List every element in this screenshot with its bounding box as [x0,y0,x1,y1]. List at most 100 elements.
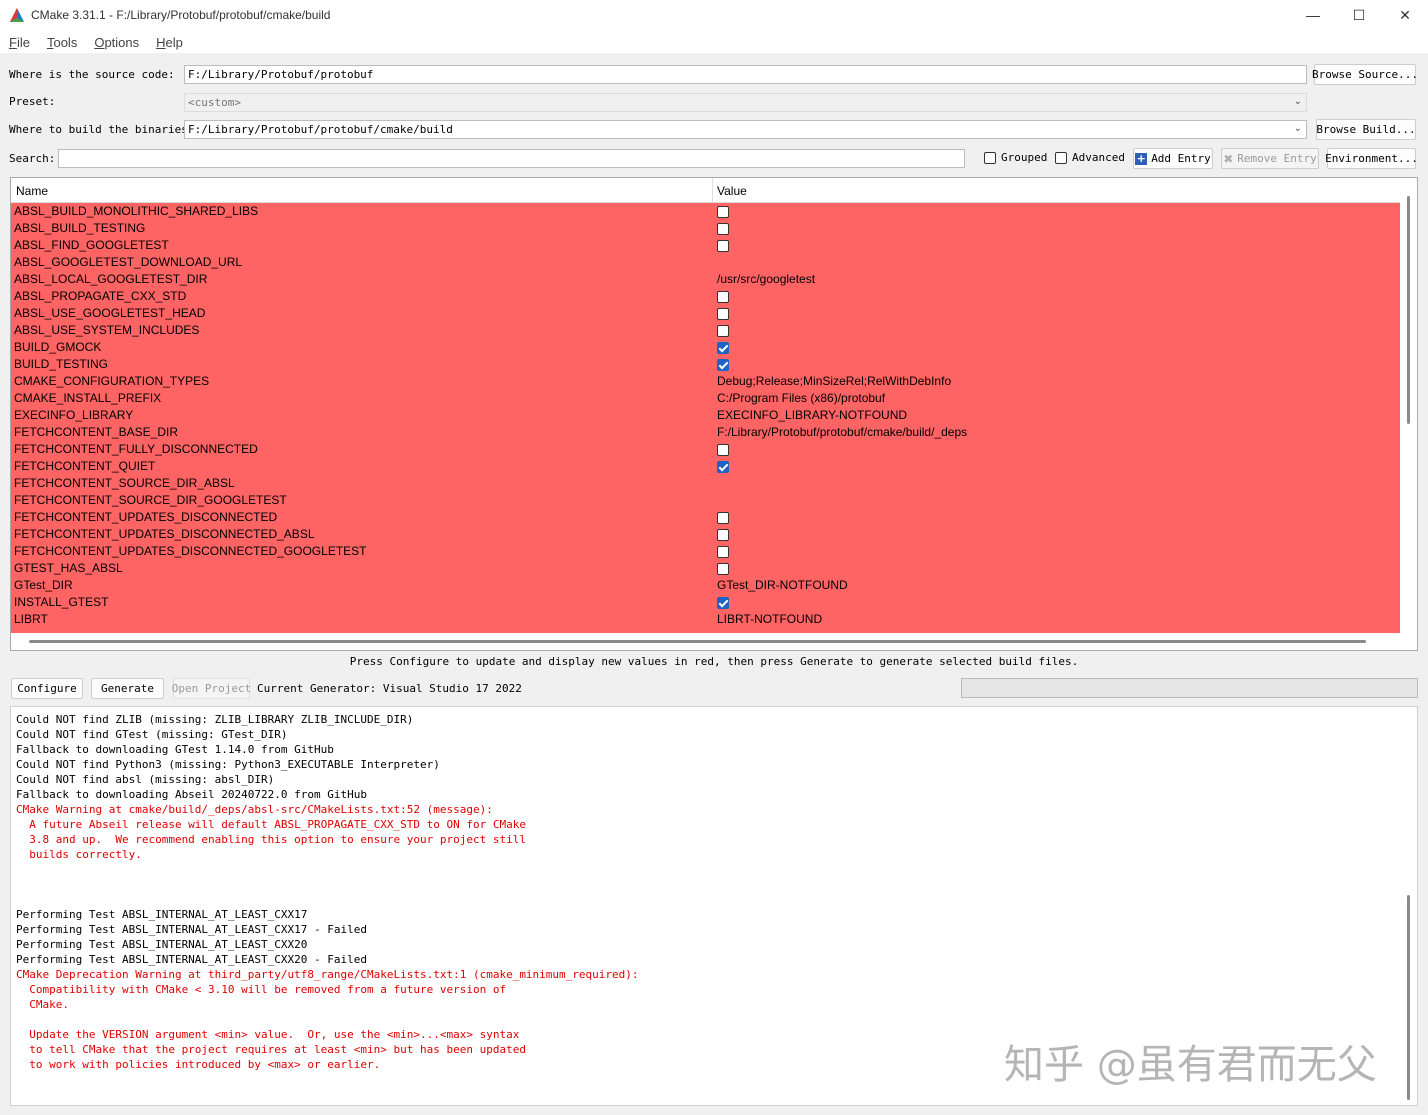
menu-tools[interactable]: Tools [38,35,85,50]
scrollbar-thumb[interactable] [1407,895,1410,1100]
entry-checkbox[interactable] [717,307,729,320]
remove-entry-button[interactable]: ✖ Remove Entry [1221,148,1319,169]
menu-options[interactable]: Options [85,35,147,50]
entry-value[interactable] [714,492,1400,509]
table-row[interactable]: ABSL_LOCAL_GOOGLETEST_DIR/usr/src/google… [11,271,1400,288]
entry-value[interactable] [714,322,1400,339]
entry-value[interactable]: LIBRT-NOTFOUND [714,611,1400,628]
preset-combo[interactable]: <custom> ⌄ [184,93,1307,112]
entry-value[interactable]: EXECINFO_LIBRARY-NOTFOUND [714,407,1400,424]
add-entry-button[interactable]: + Add Entry [1133,148,1213,169]
scrollbar-thumb[interactable] [1407,196,1410,424]
table-row[interactable]: FETCHCONTENT_UPDATES_DISCONNECTED_ABSL [11,526,1400,543]
table-row[interactable]: FETCHCONTENT_BASE_DIR F:/Library/Protobuf… [11,424,1400,441]
entry-value-text: EXECINFO_LIBRARY-NOTFOUND [717,408,908,422]
entry-checkbox[interactable] [717,528,729,541]
table-row[interactable]: FETCHCONTENT_QUIET [11,458,1400,475]
configure-button[interactable]: Configure [11,678,83,699]
entry-value[interactable]: GTest_DIR-NOTFOUND [714,577,1400,594]
table-row[interactable]: GTEST_HAS_ABSL [11,560,1400,577]
table-row[interactable]: ABSL_USE_GOOGLETEST_HEAD [11,305,1400,322]
binaries-combo[interactable]: F:/Library/Protobuf/protobuf/cmake/build… [184,120,1307,139]
table-row[interactable]: BUILD_TESTING [11,356,1400,373]
table-row[interactable]: FETCHCONTENT_FULLY_DISCONNECTED [11,441,1400,458]
generate-button[interactable]: Generate [91,678,164,699]
entry-checkbox[interactable] [717,545,729,558]
table-row[interactable]: ABSL_GOOGLETEST_DOWNLOAD_URL [11,254,1400,271]
table-row[interactable]: CMAKE_CONFIGURATION_TYPES Debug;Release;M… [11,373,1400,390]
entry-checkbox[interactable] [717,511,729,524]
entry-value[interactable] [714,441,1400,458]
entry-value[interactable] [714,458,1400,475]
grouped-checkbox[interactable]: Grouped [984,151,1047,164]
close-button[interactable]: ✕ [1382,0,1428,31]
entry-value[interactable] [714,305,1400,322]
source-input[interactable]: F:/Library/Protobuf/protobuf [184,65,1307,84]
entry-checkbox[interactable] [717,596,729,609]
entry-value[interactable] [714,288,1400,305]
open-project-button[interactable]: Open Project [172,678,251,699]
table-row[interactable]: ABSL_USE_SYSTEM_INCLUDES [11,322,1400,339]
table-row[interactable]: FETCHCONTENT_UPDATES_DISCONNECTED_GOOGLE… [11,543,1400,560]
entry-value[interactable] [714,475,1400,492]
table-row[interactable]: GTest_DIR GTest_DIR-NOTFOUND [11,577,1400,594]
entry-value[interactable] [714,237,1400,254]
entry-value[interactable] [714,509,1400,526]
entry-checkbox[interactable] [717,358,729,371]
table-row[interactable]: BUILD_GMOCK [11,339,1400,356]
table-row[interactable]: ABSL_BUILD_MONOLITHIC_SHARED_LIBS [11,203,1400,220]
table-row[interactable]: FETCHCONTENT_SOURCE_DIR_ABSL [11,475,1400,492]
entry-value[interactable]: Debug;Release;MinSizeRel;RelWithDebInfo [714,373,1400,390]
entry-checkbox[interactable] [717,562,729,575]
entry-value[interactable]: C:/Program Files (x86)/protobuf [714,390,1400,407]
table-row[interactable]: EXECINFO_LIBRARY EXECINFO_LIBRARY-NOTFOUN… [11,407,1400,424]
entry-checkbox[interactable] [717,290,729,303]
table-row[interactable]: CMAKE_INSTALL_PREFIX C:/Program Files (x8… [11,390,1400,407]
entry-name: BUILD_TESTING [14,357,109,371]
entry-checkbox[interactable] [717,341,729,354]
entry-value[interactable] [714,594,1400,611]
log-vertical-scrollbar[interactable] [1400,707,1417,1105]
advanced-checkbox[interactable]: Advanced [1055,151,1125,164]
advanced-check-box[interactable] [1055,151,1067,164]
table-row[interactable]: ABSL_FIND_GOOGLETEST [11,237,1400,254]
table-row[interactable]: LIBRT LIBRT-NOTFOUND [11,611,1400,628]
scrollbar-thumb[interactable] [29,640,1366,643]
column-header-value[interactable]: Value [717,184,747,198]
entry-value[interactable] [714,560,1400,577]
menu-file[interactable]: File [0,35,38,50]
log-line: Compatibility with CMake < 3.10 will be … [16,983,507,996]
browse-build-button[interactable]: Browse Build... [1316,119,1416,140]
minimize-button[interactable]: — [1290,0,1336,31]
entry-checkbox[interactable] [717,460,729,473]
table-row[interactable]: ABSL_BUILD_TESTING [11,220,1400,237]
entry-value[interactable] [714,356,1400,373]
title-bar: CMake 3.31.1 - F:/Library/Protobuf/proto… [0,0,1428,31]
table-horizontal-scrollbar[interactable] [11,633,1401,650]
column-header-name[interactable]: Name [16,184,48,198]
table-vertical-scrollbar[interactable] [1400,178,1417,633]
table-row[interactable]: FETCHCONTENT_SOURCE_DIR_GOOGLETEST [11,492,1400,509]
search-input[interactable] [58,149,965,168]
entry-checkbox[interactable] [717,222,729,235]
entry-value[interactable] [714,339,1400,356]
entry-value[interactable] [714,203,1400,220]
entry-checkbox[interactable] [717,239,729,252]
menu-help[interactable]: Help [147,35,191,50]
table-row[interactable]: FETCHCONTENT_UPDATES_DISCONNECTED [11,509,1400,526]
entry-value[interactable] [714,254,1400,271]
entry-checkbox[interactable] [717,205,729,218]
grouped-check-box[interactable] [984,151,996,164]
entry-value[interactable] [714,220,1400,237]
entry-value[interactable]: /usr/src/googletest [714,271,1400,288]
table-row[interactable]: ABSL_PROPAGATE_CXX_STD [11,288,1400,305]
maximize-button[interactable]: ☐ [1336,0,1382,31]
entry-value[interactable] [714,543,1400,560]
entry-checkbox[interactable] [717,443,729,456]
table-row[interactable]: INSTALL_GTEST [11,594,1400,611]
browse-source-button[interactable]: Browse Source... [1312,64,1418,85]
entry-checkbox[interactable] [717,324,729,337]
entry-value[interactable]: F:/Library/Protobuf/protobuf/cmake/build… [714,424,1400,441]
entry-value[interactable] [714,526,1400,543]
environment-button[interactable]: Environment... [1325,148,1418,169]
